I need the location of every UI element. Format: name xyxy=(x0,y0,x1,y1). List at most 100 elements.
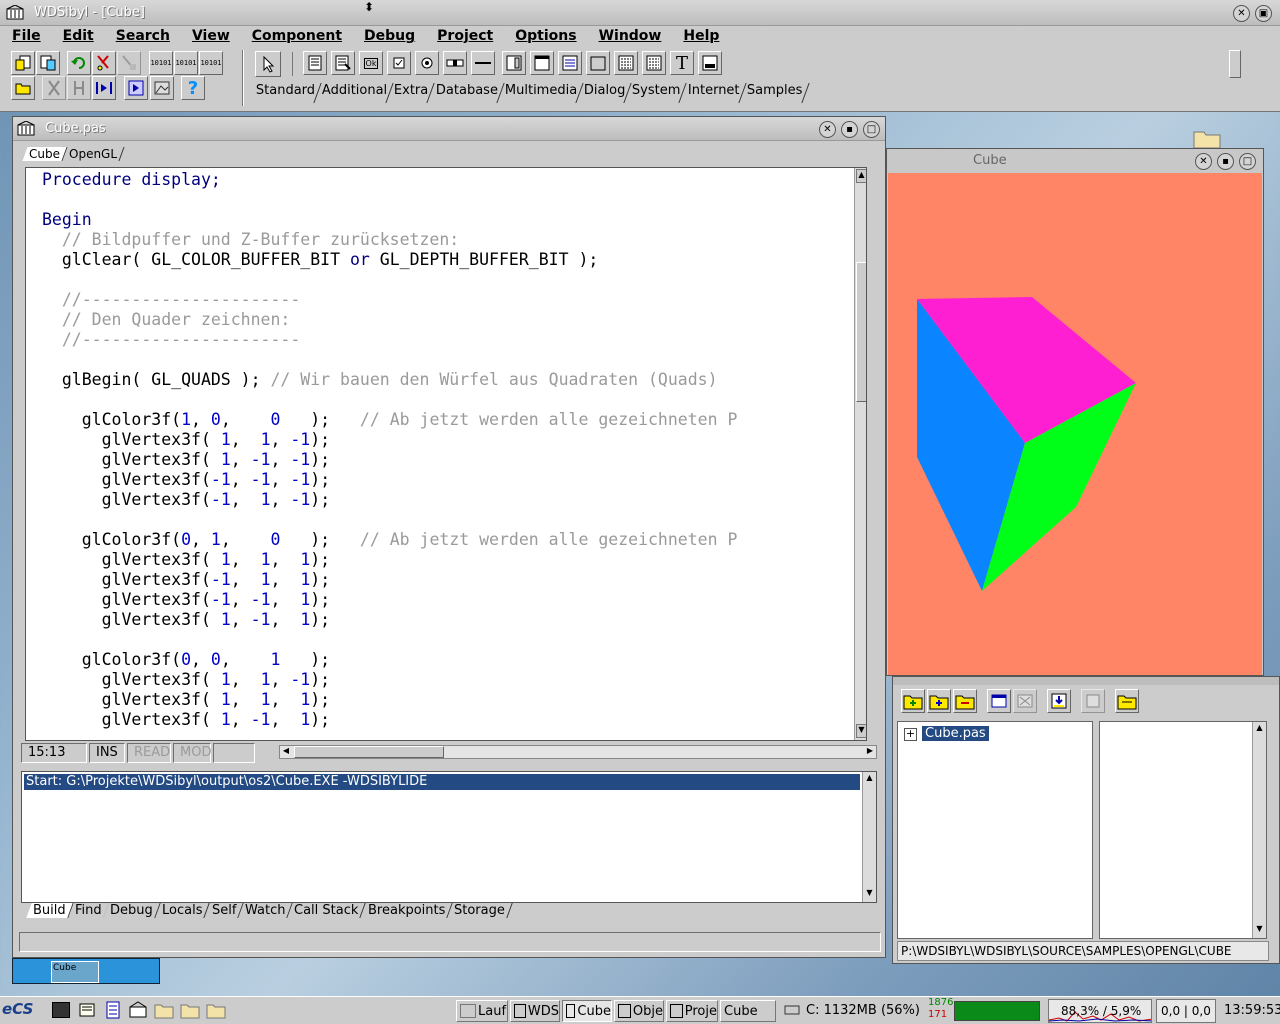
cube-maximize-icon[interactable]: □ xyxy=(1239,153,1256,170)
code-line[interactable]: glColor3f(0, 0, 1 ); xyxy=(42,650,737,670)
desktop-tools-icon[interactable] xyxy=(78,1001,98,1019)
project-detail-scrollbar[interactable]: ▲ ▼ xyxy=(1252,722,1266,938)
task-lauf[interactable]: Lauf xyxy=(456,1000,508,1022)
scissors-icon[interactable] xyxy=(42,76,66,100)
detail-scroll-up-icon[interactable]: ▲ xyxy=(1254,723,1265,735)
pointer-tool-icon[interactable] xyxy=(255,51,281,77)
code-line[interactable]: //---------------------- xyxy=(42,330,737,350)
menu-options[interactable]: Options xyxy=(503,26,586,48)
code-line[interactable] xyxy=(42,390,737,410)
save-project-icon[interactable] xyxy=(1047,689,1071,713)
code-line[interactable]: glBegin( GL_QUADS ); // Wir bauen den Wü… xyxy=(42,370,737,390)
code-editor[interactable]: Procedure display; Begin // Bildpuffer un… xyxy=(25,167,867,741)
cut-icon[interactable] xyxy=(92,51,116,75)
scroll-left-icon[interactable]: ◀ xyxy=(280,746,292,758)
code-line[interactable]: glVertex3f(-1, 1, -1); xyxy=(42,490,737,510)
code-line[interactable]: glVertex3f( 1, -1, -1); xyxy=(42,450,737,470)
palette-tab-samples[interactable]: Samples xyxy=(738,83,809,103)
code-line[interactable]: Begin xyxy=(42,210,737,230)
cube-minimize-icon[interactable]: ▪ xyxy=(1217,153,1234,170)
view-unit-icon[interactable] xyxy=(1013,689,1037,713)
remove-file-icon[interactable] xyxy=(953,689,977,713)
list-component-icon[interactable] xyxy=(614,51,638,75)
code-line[interactable] xyxy=(42,190,737,210)
menu-window[interactable]: Window xyxy=(587,26,672,48)
code-horizontal-scrollbar[interactable]: ◀ ▶ xyxy=(279,745,877,759)
wps-folder-icon[interactable] xyxy=(128,1001,148,1019)
code-text[interactable]: Procedure display; Begin // Bildpuffer un… xyxy=(42,170,737,730)
tab-storage[interactable]: Storage xyxy=(447,903,513,918)
project-detail-list[interactable]: ▲ ▼ xyxy=(1099,721,1267,939)
palette-scroll-right[interactable] xyxy=(1229,50,1241,78)
menu-help[interactable]: Help xyxy=(671,26,729,48)
editor-minimize-icon[interactable]: ▪ xyxy=(841,121,858,138)
code-line[interactable] xyxy=(42,350,737,370)
code-line[interactable]: Procedure display; xyxy=(42,170,737,190)
groupbox-icon[interactable] xyxy=(586,51,610,75)
folder-3-icon[interactable] xyxy=(206,1001,226,1023)
binary-2-icon[interactable]: 10101 xyxy=(174,51,198,75)
edit-component-icon[interactable] xyxy=(698,51,722,75)
label-component-icon[interactable]: T xyxy=(670,51,694,75)
menu-project[interactable]: Project xyxy=(425,26,503,48)
code-line[interactable]: glVertex3f( 1, 1, 1); xyxy=(42,690,737,710)
code-vertical-scrollbar[interactable]: ▲ ▼ xyxy=(854,168,866,740)
editor-close-icon[interactable]: ✕ xyxy=(819,121,836,138)
view-form-icon[interactable] xyxy=(987,689,1011,713)
tab-breakpoints[interactable]: Breakpoints xyxy=(361,903,453,918)
open-folder-icon[interactable] xyxy=(11,76,35,100)
code-line[interactable]: glVertex3f( 1, 1, 1); xyxy=(42,550,737,570)
code-line[interactable]: glClear( GL_COLOR_BUFFER_BIT or GL_DEPTH… xyxy=(42,250,737,270)
code-line[interactable]: glVertex3f(-1, -1, -1); xyxy=(42,470,737,490)
line-icon[interactable] xyxy=(471,51,495,75)
list-component-2-icon[interactable] xyxy=(642,51,666,75)
palette-tab-database[interactable]: Database xyxy=(428,83,505,103)
editor-maximize-icon[interactable]: □ xyxy=(863,121,880,138)
editor-window-icon[interactable] xyxy=(17,120,35,140)
tree-item-cube-pas[interactable]: Cube.pas xyxy=(922,726,989,741)
message-line[interactable]: Start: G:\Projekte\WDSibyl\output\os2\Cu… xyxy=(24,774,860,790)
message-scroll-up-icon[interactable]: ▲ xyxy=(864,773,875,785)
menu-debug[interactable]: Debug xyxy=(352,26,425,48)
checkbox-icon[interactable] xyxy=(387,51,411,75)
tab-locals[interactable]: Locals xyxy=(155,903,211,918)
cube-close-icon[interactable]: ✕ xyxy=(1195,153,1212,170)
command-prompt-icon[interactable] xyxy=(52,1002,70,1018)
run-icon[interactable] xyxy=(124,76,148,100)
opengl-canvas[interactable] xyxy=(888,173,1262,675)
new-form-icon[interactable] xyxy=(36,51,60,75)
code-line[interactable]: glVertex3f( 1, -1, 1); xyxy=(42,610,737,630)
palette-tab-standard[interactable]: Standard xyxy=(248,83,322,103)
menu-view[interactable]: View xyxy=(180,26,240,48)
palette-scroll-left[interactable] xyxy=(292,52,294,76)
scroll-down-icon[interactable]: ▼ xyxy=(856,724,866,738)
code-line[interactable]: glVertex3f( 1, -1, 1); xyxy=(42,710,737,730)
code-line[interactable]: glColor3f(1, 0, 0 ); // Ab jetzt werden … xyxy=(42,410,738,430)
tab-watch[interactable]: Watch xyxy=(238,903,294,918)
close-icon[interactable]: ✕ xyxy=(1233,5,1250,22)
code-line[interactable]: glVertex3f(-1, -1, 1); xyxy=(42,590,737,610)
detail-scroll-down-icon[interactable]: ▼ xyxy=(1254,924,1265,936)
tab-opengl[interactable]: OpenGL xyxy=(62,147,125,161)
run-step-icon[interactable] xyxy=(92,76,116,100)
tree-expand-icon[interactable]: + xyxy=(904,728,917,741)
paste-icon[interactable] xyxy=(117,51,141,75)
binary-icon[interactable]: 10101 xyxy=(149,51,173,75)
cube-titlebar[interactable]: Cube ✕ ▪ □ xyxy=(887,149,1263,173)
ecs-start-icon[interactable]: eCS xyxy=(2,1000,33,1018)
list-view-icon[interactable] xyxy=(106,1001,120,1019)
task-cube-editor[interactable]: Cube xyxy=(562,1000,612,1022)
task-objects[interactable]: Obje xyxy=(614,1000,664,1022)
message-vertical-scrollbar[interactable]: ▲ ▼ xyxy=(862,772,876,902)
listing-icon[interactable] xyxy=(331,51,355,75)
image-view-icon[interactable] xyxy=(150,76,174,100)
code-line[interactable]: glVertex3f( 1, 1, -1); xyxy=(42,670,737,690)
project-manager-titlebar[interactable] xyxy=(893,677,1279,685)
project-file-tree[interactable]: + Cube.pas xyxy=(897,721,1093,939)
code-line[interactable]: //---------------------- xyxy=(42,290,737,310)
button-component-icon[interactable]: Ok xyxy=(359,51,383,75)
memo-icon[interactable] xyxy=(303,51,327,75)
tab-cube[interactable]: Cube xyxy=(22,147,68,161)
code-line[interactable]: glVertex3f( 1, 1, -1); xyxy=(42,430,737,450)
message-scroll-down-icon[interactable]: ▼ xyxy=(864,888,875,900)
